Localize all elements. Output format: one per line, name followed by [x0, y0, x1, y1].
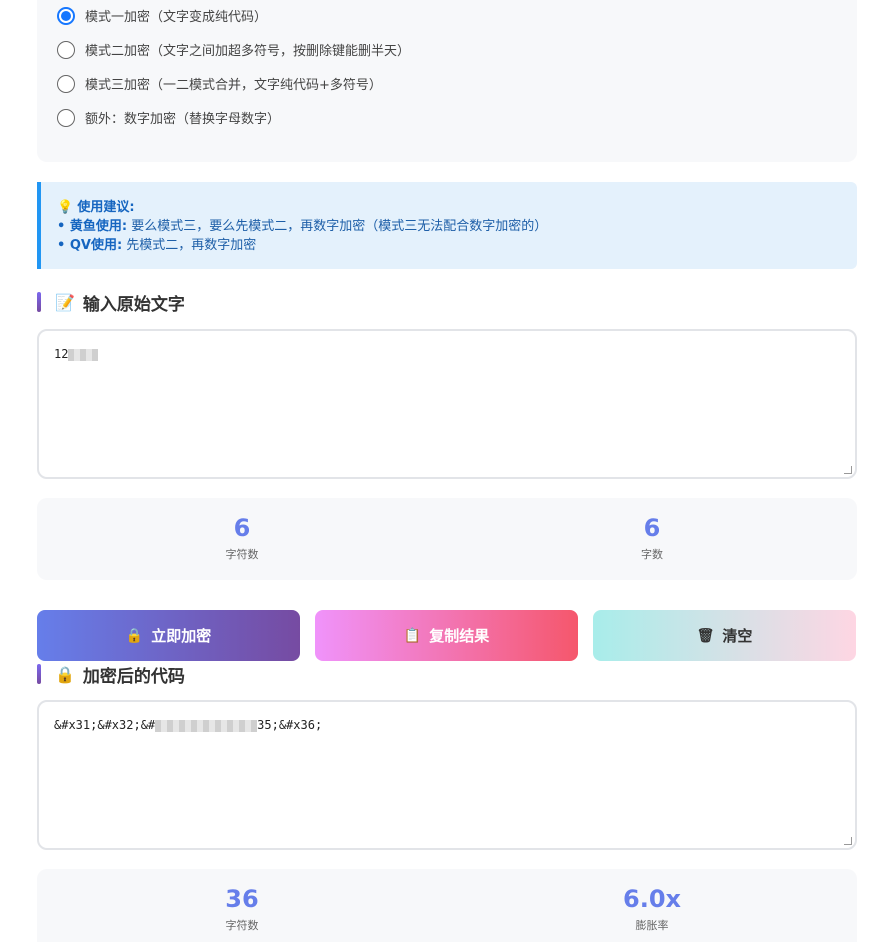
lightbulb-icon: 💡 [57, 200, 74, 215]
section-accent-bar [37, 292, 41, 312]
encrypt-button[interactable]: 🔒 立即加密 [37, 610, 300, 661]
radio-unchecked-icon[interactable] [57, 40, 75, 59]
output-section-title-text: 加密后的代码 [82, 666, 185, 687]
input-section-title: 📝 输入原始文字 [37, 292, 185, 315]
tips-title-text: 使用建议: [77, 200, 135, 215]
output-char-count: 36 字符数 [37, 869, 447, 942]
stat-value: 6 [233, 514, 251, 542]
usage-tips-box: 💡 使用建议: • 黄鱼使用: 要么模式三，要么先模式二，再数字加密（模式三无法… [37, 182, 857, 269]
redacted-text [155, 719, 258, 732]
tips-line-2: • QV使用: 先模式二，再数字加密 [57, 236, 857, 255]
encrypted-code-output[interactable]: &#x31;&#x32;&# 35;&#x36; [37, 700, 857, 850]
expansion-ratio: 6.0x 膨胀率 [447, 869, 857, 942]
tips-title: 💡 使用建议: [57, 198, 857, 217]
stat-label: 字符数 [225, 919, 259, 932]
output-section-title: 🔒 加密后的代码 [37, 664, 185, 687]
tips-line-1-label: • 黄鱼使用: [57, 219, 128, 234]
tips-line-2-text: 先模式二，再数字加密 [126, 238, 257, 253]
section-accent-bar [37, 664, 41, 684]
stat-value: 36 [225, 885, 259, 913]
stat-label: 字符数 [225, 548, 259, 561]
redacted-text [68, 348, 99, 361]
memo-icon: 📝 [55, 292, 75, 312]
radio-unchecked-icon[interactable] [57, 74, 75, 93]
tips-line-2-label: • QV使用: [57, 238, 123, 253]
encrypt-button-label: 立即加密 [151, 627, 212, 645]
mode-option-3[interactable]: 模式三加密（一二模式合并，文字纯代码+多符号） [57, 74, 382, 93]
tips-line-1-text: 要么模式三，要么先模式二，再数字加密（模式三无法配合数字加密的） [131, 219, 548, 234]
input-text-value: 12 [54, 347, 69, 361]
encryption-mode-panel: 模式一加密（文字变成纯代码） 模式二加密（文字之间加超多符号，按删除键能删半天）… [37, 0, 857, 162]
trash-icon: 🗑 [696, 627, 715, 644]
mode-option-label: 模式三加密（一二模式合并，文字纯代码+多符号） [85, 78, 382, 93]
clear-button-label: 清空 [722, 627, 753, 645]
stat-value: 6.0x [623, 885, 681, 913]
mode-option-1[interactable]: 模式一加密（文字变成纯代码） [57, 6, 267, 25]
stat-value: 6 [643, 514, 661, 542]
radio-checked-icon[interactable] [57, 6, 75, 25]
input-word-count: 6 字数 [447, 498, 857, 580]
mode-option-label: 模式一加密（文字变成纯代码） [85, 10, 268, 25]
mode-option-label: 额外：数字加密（替换字母数字） [85, 112, 281, 127]
resize-handle-icon[interactable] [844, 837, 852, 845]
clear-button[interactable]: 🗑 清空 [593, 610, 856, 661]
stat-label: 膨胀率 [635, 919, 669, 932]
input-stats-panel: 6 字符数 6 字数 [37, 498, 857, 580]
output-text-start: &#x31;&#x32;&# [54, 718, 156, 732]
input-char-count: 6 字符数 [37, 498, 447, 580]
tips-line-1: • 黄鱼使用: 要么模式三，要么先模式二，再数字加密（模式三无法配合数字加密的） [57, 217, 857, 236]
clipboard-icon: 📋 [403, 627, 422, 644]
mode-option-2[interactable]: 模式二加密（文字之间加超多符号，按删除键能删半天） [57, 40, 410, 59]
lock-icon: 🔒 [125, 627, 144, 644]
output-stats-panel: 36 字符数 6.0x 膨胀率 [37, 869, 857, 942]
lock-icon: 🔒 [55, 664, 75, 684]
original-text-input[interactable]: 12 [37, 329, 857, 479]
copy-result-button[interactable]: 📋 复制结果 [315, 610, 578, 661]
mode-option-4[interactable]: 额外：数字加密（替换字母数字） [57, 108, 280, 127]
input-section-title-text: 输入原始文字 [82, 294, 185, 315]
mode-option-label: 模式二加密（文字之间加超多符号，按删除键能删半天） [85, 44, 411, 59]
output-text-end: 35;&#x36; [257, 718, 323, 732]
resize-handle-icon[interactable] [844, 466, 852, 474]
radio-unchecked-icon[interactable] [57, 108, 75, 127]
stat-label: 字数 [641, 548, 663, 561]
copy-button-label: 复制结果 [429, 627, 490, 645]
